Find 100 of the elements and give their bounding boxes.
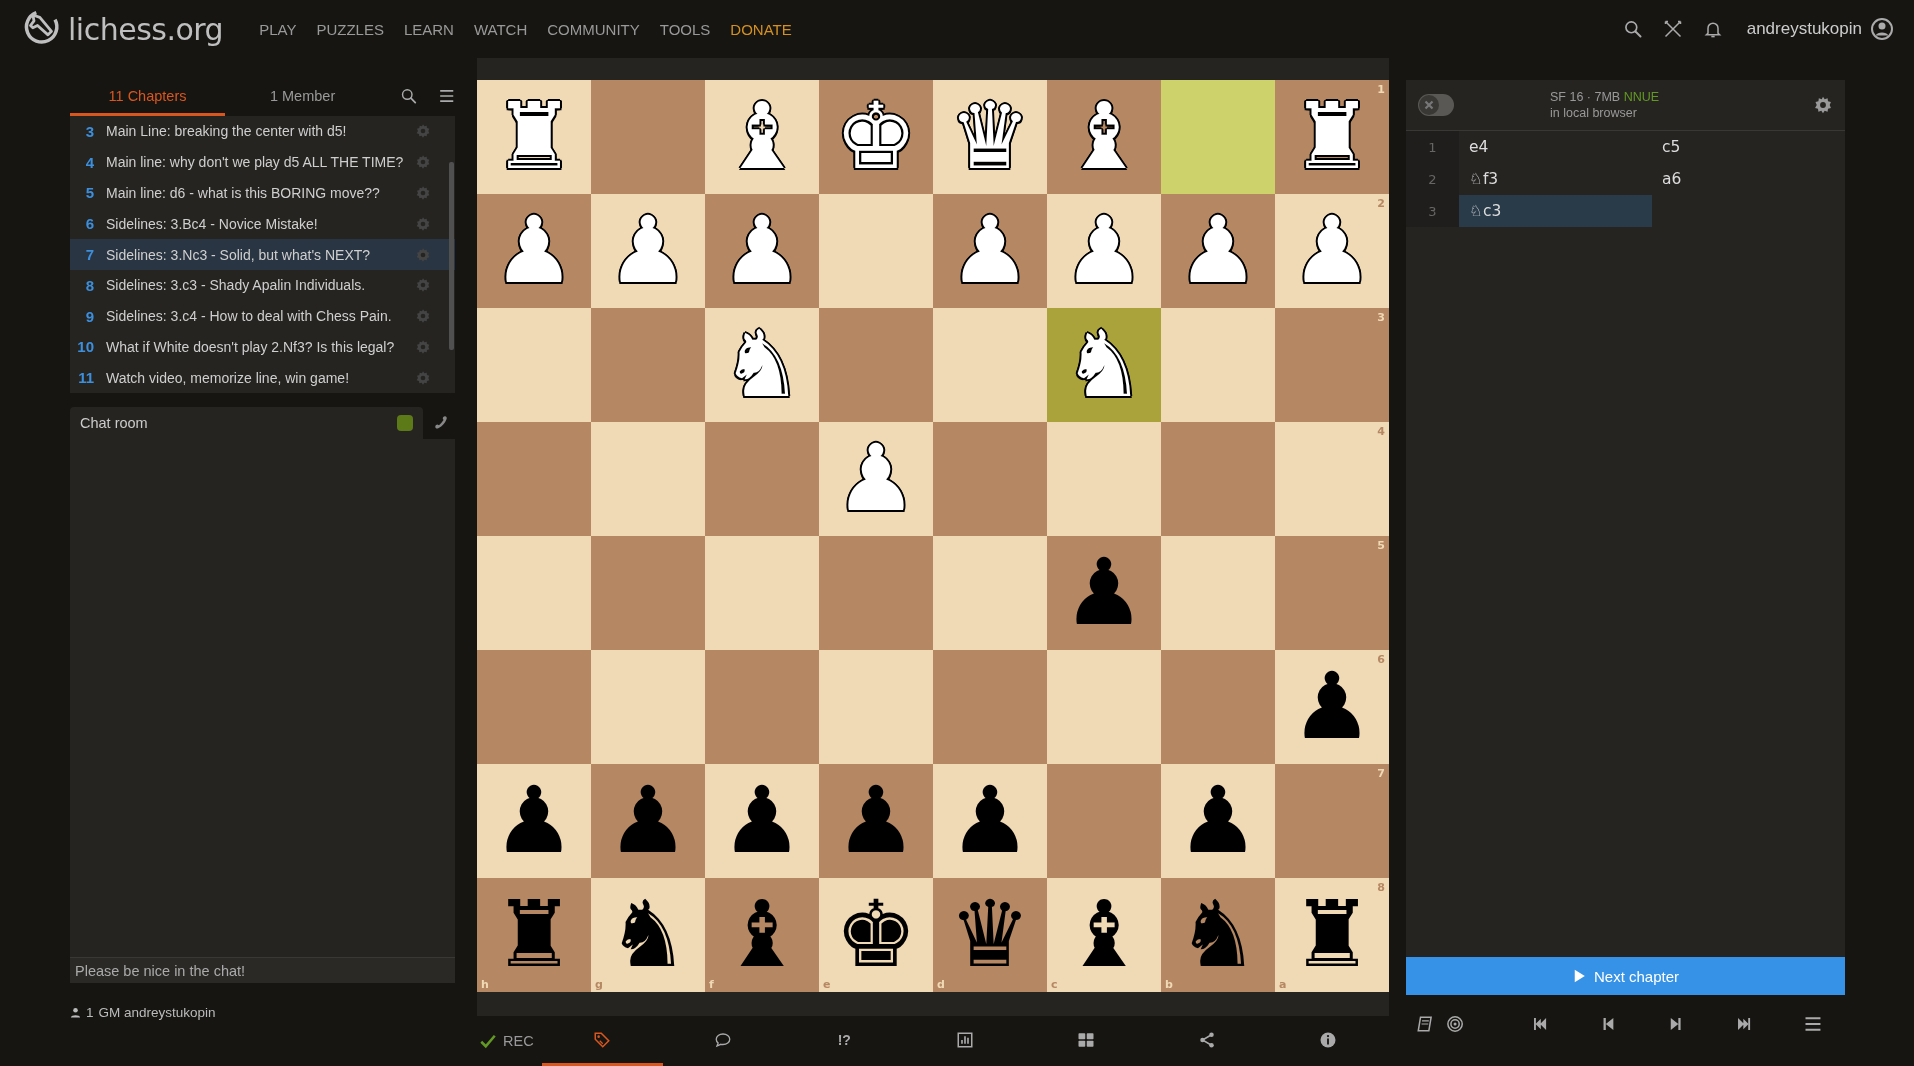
board-square[interactable] [591,422,705,536]
board-square[interactable] [819,308,933,422]
board-square[interactable] [1161,80,1275,194]
chess-piece[interactable]: ♝ [1062,889,1146,981]
rank-label: 5 [1377,539,1385,552]
menu-icon[interactable] [437,87,455,105]
search-icon[interactable] [400,87,418,105]
nav-link[interactable]: PUZZLES [306,20,394,38]
board-square[interactable] [477,536,591,650]
chess-piece[interactable]: ♜ [1290,889,1374,981]
chess-piece[interactable]: ♟ [1176,775,1260,867]
chapter-number: 5 [84,184,94,202]
nav-link[interactable]: DONATE [720,20,802,38]
chapter-item[interactable]: 5 Main line: d6 - what is this BORING move?? [70,177,455,209]
nav-link[interactable]: TOOLS [649,20,721,38]
board-square[interactable] [1047,422,1161,536]
board-square[interactable] [1047,650,1161,764]
chess-piece[interactable]: ♚ [834,889,918,981]
chapter-number: 6 [84,215,94,233]
board-square[interactable] [933,422,1047,536]
chat-input-field[interactable]: Please be nice in the chat! [70,957,455,983]
move[interactable]: ♘c3 [1459,195,1652,227]
board-square[interactable] [705,536,819,650]
chapter-item[interactable]: 11 Watch video, memorize line, win game! [70,362,455,394]
nav-link[interactable]: PLAY [249,20,307,38]
chapter-item[interactable]: 8 Sidelines: 3.c3 - Shady Apalin Individuals. [70,269,455,301]
chess-piece[interactable]: ♟ [492,775,576,867]
chapter-item[interactable]: 10 What if White doesn't play 2.Nf3? Is this legal? [70,331,455,363]
board-square[interactable] [591,308,705,422]
file-label: d [937,978,945,991]
board-square[interactable] [1047,764,1161,878]
chapter-item[interactable]: 4 Main line: why don't we play d5 ALL THE TIME? [70,146,455,178]
chess-piece[interactable]: ♛ [948,889,1032,981]
gear-icon[interactable] [1813,95,1833,115]
board-square[interactable] [591,650,705,764]
chess-piece[interactable]: ♟ [948,775,1032,867]
board-square[interactable]: ♟ [705,764,819,878]
user-avatar-icon[interactable] [1870,17,1894,41]
board-square[interactable] [477,650,591,764]
chess-piece[interactable]: ♟ [1062,547,1146,639]
board-square[interactable] [933,536,1047,650]
chapter-item[interactable]: 7 Sidelines: 3.Nc3 - Solid, but what's NEXT? [70,239,455,270]
search-icon[interactable] [1622,19,1643,39]
chess-piece[interactable]: ♞ [606,889,690,981]
username-link[interactable]: andreystukopin [1746,19,1862,39]
rank-label: 1 [1377,83,1385,96]
target-icon[interactable] [1446,1014,1465,1034]
board-square[interactable] [477,422,591,536]
engine-toggle[interactable] [1418,94,1454,116]
chapter-item[interactable]: 6 Sidelines: 3.Bc4 - Novice Mistake! [70,208,455,240]
chess-piece[interactable]: ♟ [720,775,804,867]
board-square[interactable]: ♟ [819,764,933,878]
chess-piece[interactable]: ♜ [492,889,576,981]
file-label: a [1279,978,1287,991]
board-square[interactable] [591,80,705,194]
board-square[interactable] [819,194,933,308]
board-square[interactable]: ♟ [477,764,591,878]
chess-piece[interactable]: ♝ [720,889,804,981]
board-square[interactable]: ♟ [933,764,1047,878]
board-square[interactable]: ♟ [1047,536,1161,650]
move[interactable]: a6 [1652,163,1845,195]
record-toggle[interactable]: REC [477,1016,542,1066]
board-square[interactable] [477,308,591,422]
nav-link[interactable]: WATCH [463,20,538,38]
engine-location: in local browser [1550,106,1638,120]
chat-toggle[interactable] [397,415,413,431]
record-label: REC [503,1033,534,1049]
nav-link[interactable]: COMMUNITY [537,20,650,38]
move[interactable]: e4 [1459,131,1652,163]
chess-piece[interactable]: ♟ [606,775,690,867]
move[interactable]: c5 [1652,131,1845,163]
chess-piece[interactable]: ♟ [1290,661,1374,753]
board-square[interactable] [591,536,705,650]
study-tab[interactable]: 1 Member [225,76,381,116]
tool-tab[interactable]: !? [783,1016,905,1066]
speech-bubble-icon [714,1030,733,1049]
board-square[interactable] [933,650,1047,764]
board-square[interactable] [705,650,819,764]
board-square[interactable] [1161,536,1275,650]
book-icon[interactable] [1416,1014,1435,1034]
board-square[interactable]: ♟ [1161,764,1275,878]
board-square[interactable] [819,650,933,764]
move[interactable]: ♘f3 [1459,163,1652,195]
chess-piece[interactable]: ♟ [834,775,918,867]
chess-piece[interactable]: ♞ [1176,889,1260,981]
nav-link[interactable]: LEARN [393,20,464,38]
site-logo-text[interactable]: lichess.org [68,11,224,47]
board-square[interactable] [1161,650,1275,764]
chapter-title: Main line: d6 - what is this BORING move?? [106,184,381,201]
board-square[interactable] [819,536,933,650]
board-square[interactable] [1161,308,1275,422]
chapter-item[interactable]: 9 Sidelines: 3.c4 - How to deal with Chess Pain. [70,300,455,332]
chat-title: Chat room [80,415,149,431]
board-square[interactable] [705,422,819,536]
board-square[interactable] [933,308,1047,422]
member-name[interactable]: GM andreystukopin [98,1005,216,1020]
board-square[interactable] [1161,422,1275,536]
crossed-swords-icon[interactable] [1662,19,1683,39]
chapter-item[interactable]: 3 Main Line: breaking the center with d5! [70,116,455,147]
board-square[interactable]: ♟ [591,764,705,878]
